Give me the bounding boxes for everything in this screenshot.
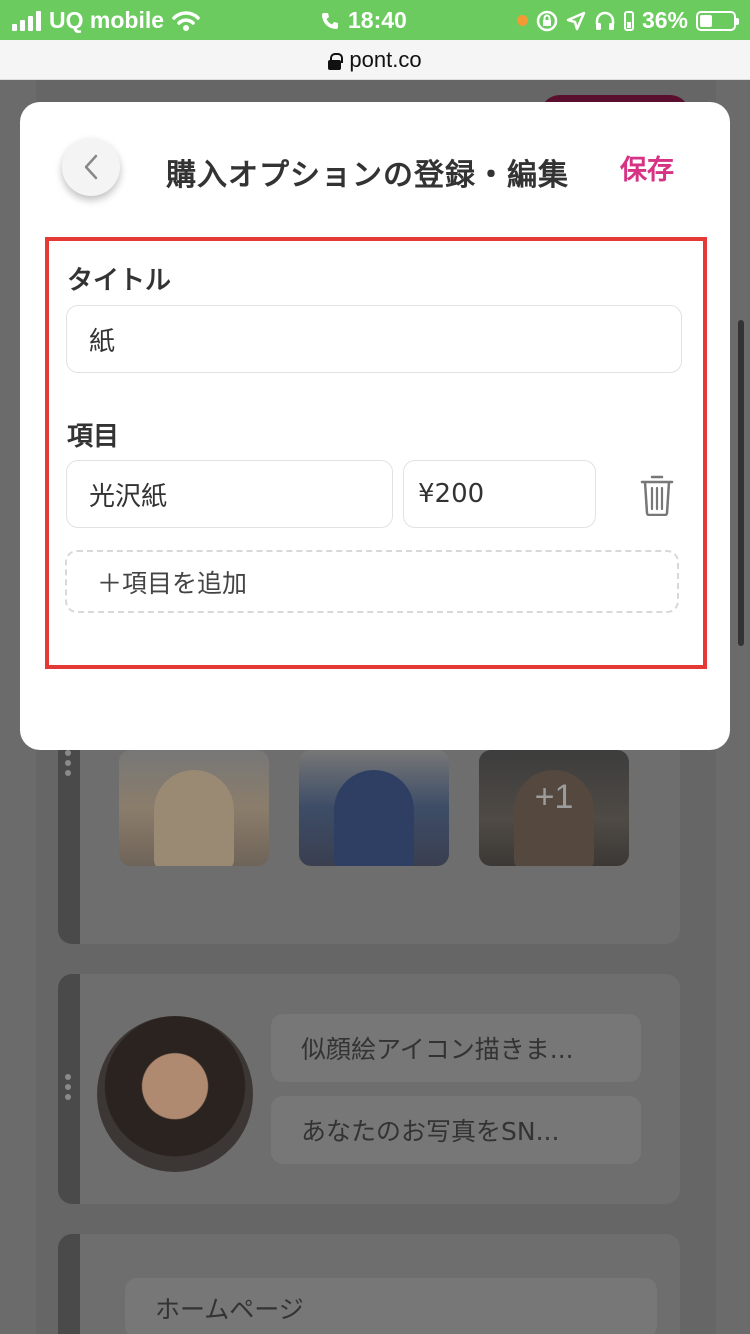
item-name-input[interactable]: 光沢紙 [66,460,393,528]
more-photos-count: +1 [534,778,574,816]
address-bar[interactable]: pont.co [0,40,750,80]
recording-dot-icon [516,15,528,26]
lock-icon [328,52,344,70]
battery-percentage: 36% [641,7,688,33]
wifi-icon [172,10,200,31]
homepage-link: ホームページ [125,1278,657,1334]
modal-title: 購入オプションの登録・編集 [166,158,569,193]
battery-icon [696,10,739,31]
status-bar: UQ mobile 18:40 36% [0,0,750,40]
purchase-option-modal: 購入オプションの登録・編集 保存 タイトル 紙 項目 光沢紙 ¥200 ＋項目を… [20,102,730,750]
signal-icon [12,10,41,31]
trash-icon[interactable] [640,474,674,516]
avatar [97,1016,253,1172]
product-list-item: 似顔絵アイコン描きま... [271,1014,641,1082]
product-thumbnail [299,750,449,866]
rotation-lock-icon [536,10,558,31]
drag-handle [58,1234,80,1334]
add-item-button[interactable]: ＋項目を追加 [65,550,679,613]
scrollbar[interactable] [738,320,744,646]
title-label: タイトル [67,266,172,296]
title-input[interactable]: 紙 [66,305,682,373]
product-list-item: あなたのお写真をSN... [271,1096,641,1164]
back-button[interactable] [62,138,120,196]
url-text: pont.co [349,46,422,72]
drag-handle-icon [65,1074,71,1100]
headphones-icon [595,11,615,30]
item-price-input[interactable]: ¥200 [403,460,596,528]
phone-icon [322,12,338,29]
drag-handle [58,974,80,1204]
carrier-name: UQ mobile [49,7,165,33]
clock: 18:40 [348,7,407,33]
location-icon [566,11,586,30]
product-thumbnail [119,750,269,866]
chevron-left-icon [84,154,98,180]
items-label: 項目 [67,422,120,452]
drag-handle-icon [65,750,71,776]
battery-low-icon [623,10,634,31]
save-button[interactable]: 保存 [620,148,674,187]
product-thumbnail: +1 [479,750,629,866]
